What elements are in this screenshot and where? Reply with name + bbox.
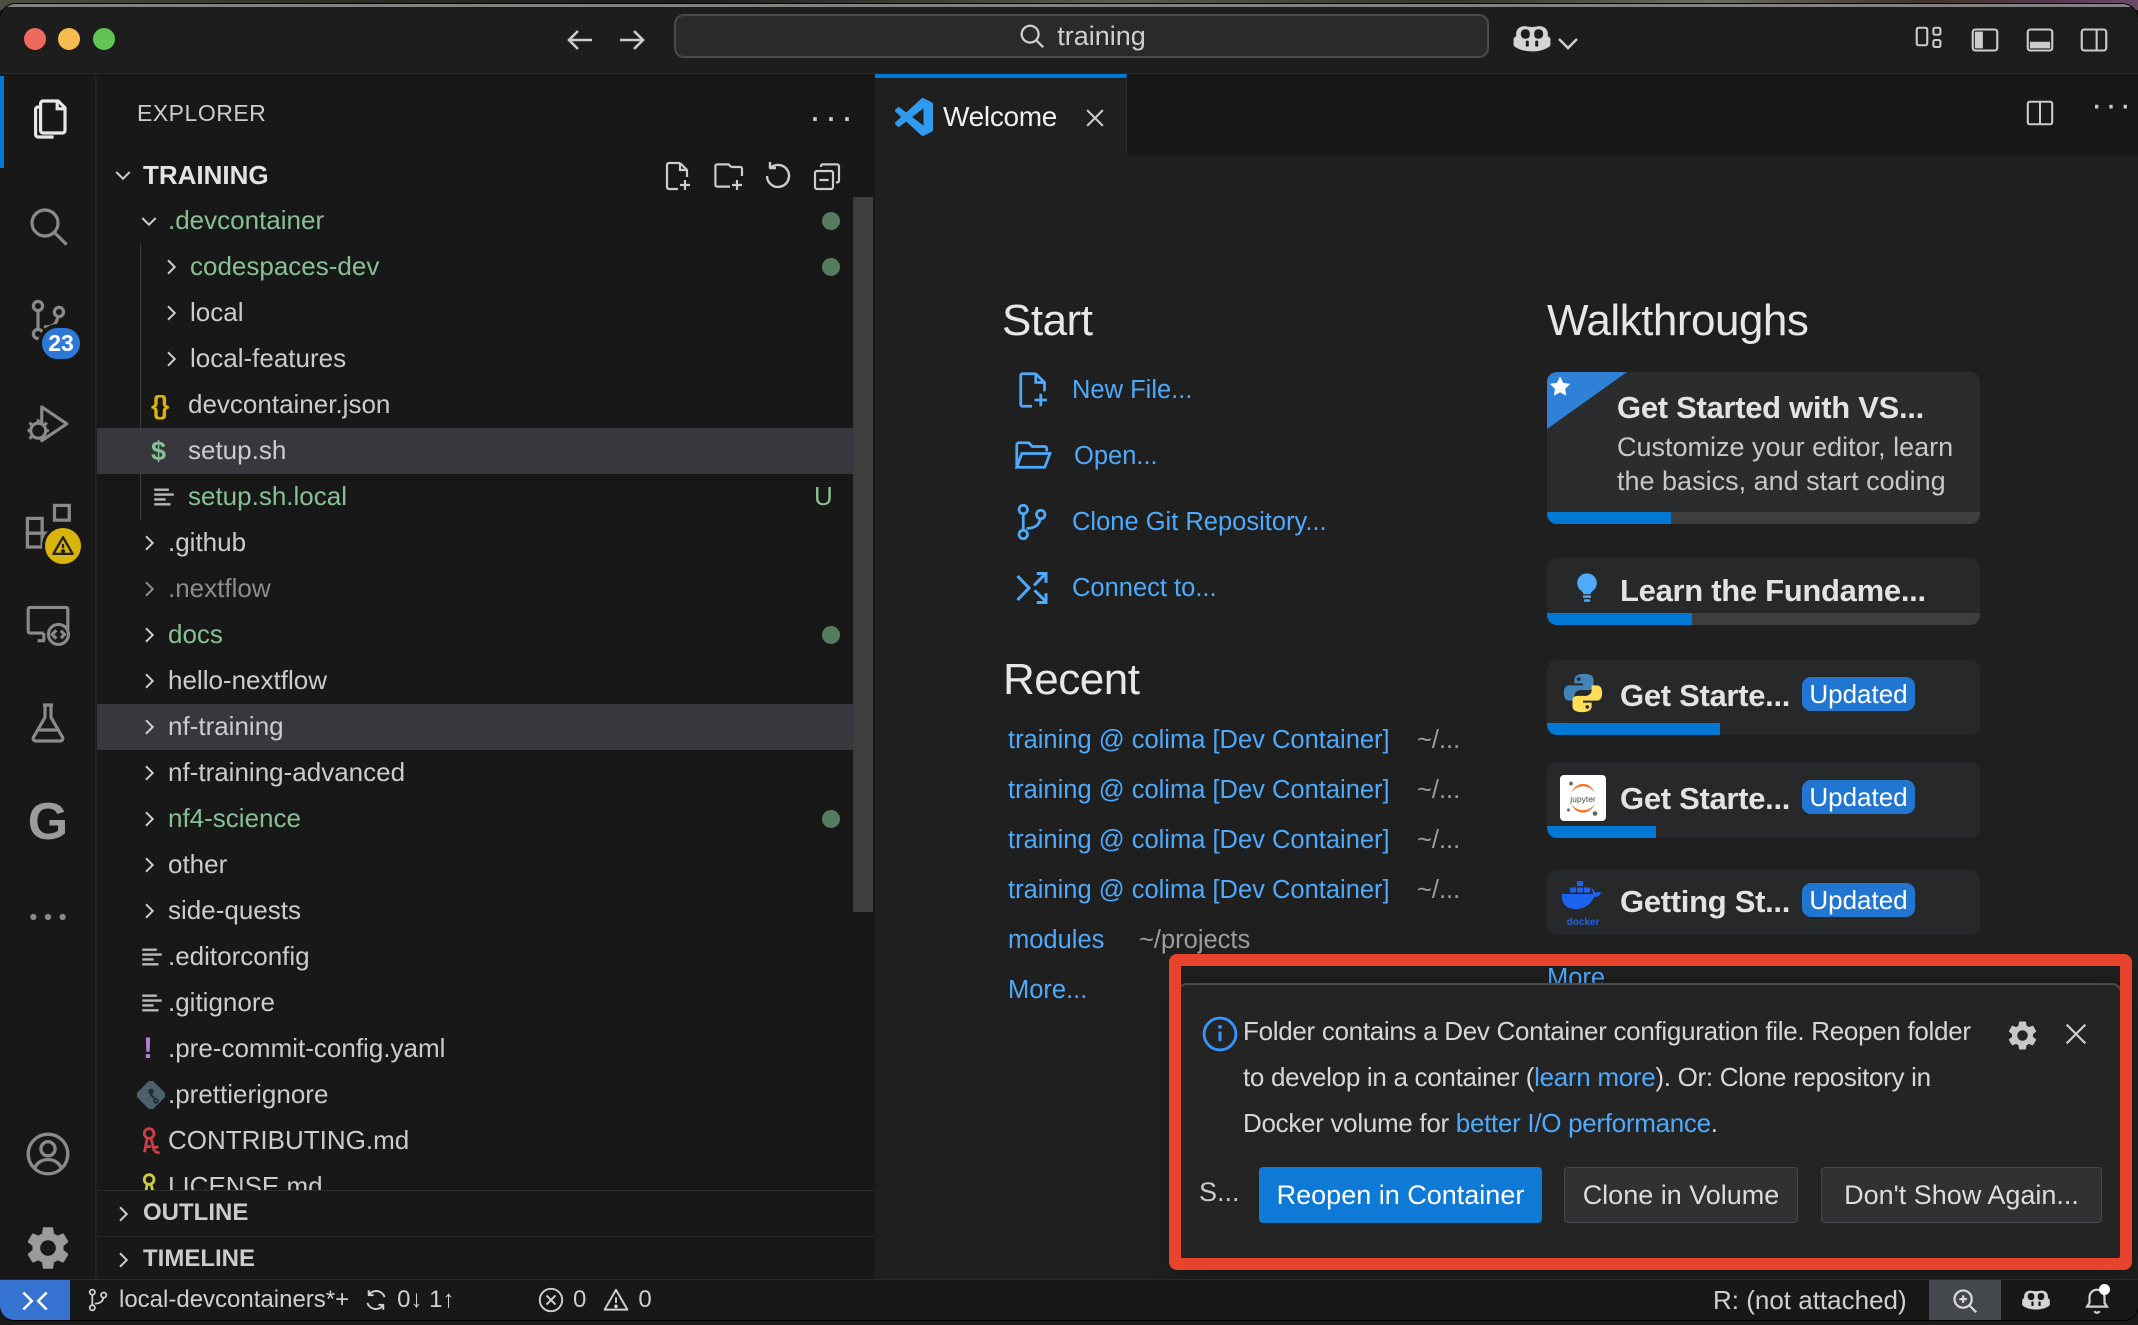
svg-text:docker: docker	[1567, 917, 1600, 928]
svg-text:jupyter: jupyter	[1569, 794, 1596, 804]
